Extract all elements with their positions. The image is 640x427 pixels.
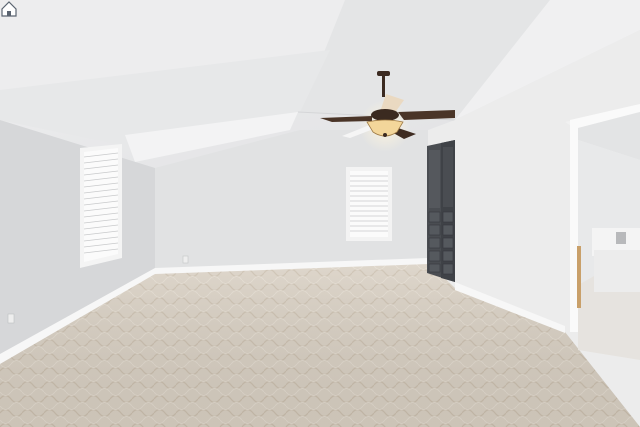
door-edge [577,246,581,308]
wall-outlet [7,313,15,324]
fan-motor [371,109,399,121]
home-logo-icon [1,1,17,17]
faucet [616,232,626,244]
room-illustration [0,0,640,427]
built-in-cabinet [427,140,455,282]
room-photo [0,0,640,427]
fan-downrod [382,75,385,97]
wall-outlet [182,255,189,264]
left-window [80,144,122,268]
back-window [346,167,392,241]
